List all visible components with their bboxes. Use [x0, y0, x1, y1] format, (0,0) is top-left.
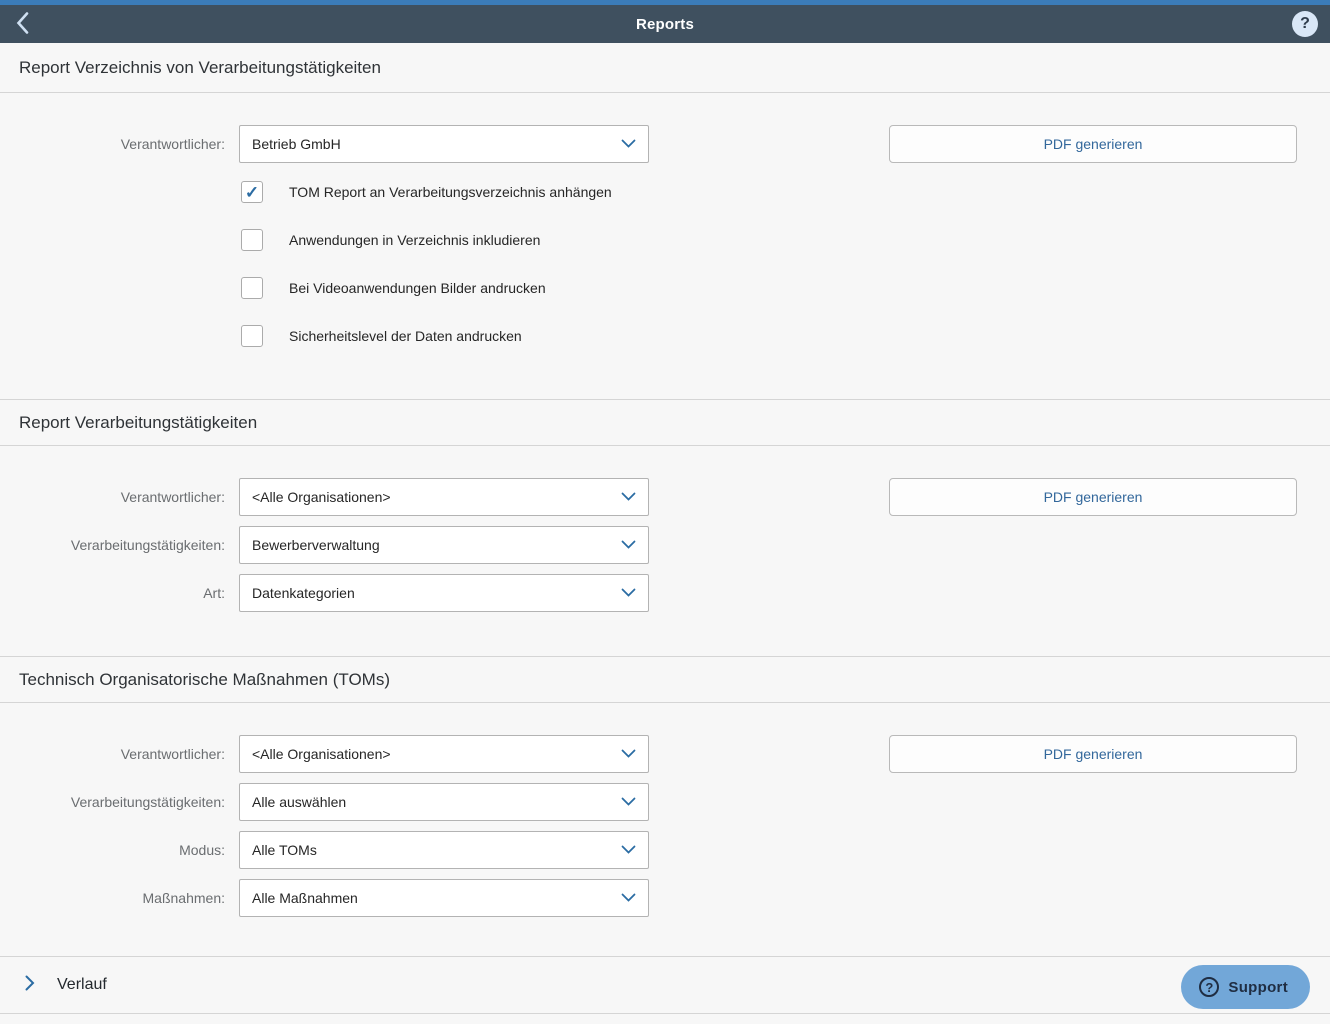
section-body-toms: Verantwortlicher: <Alle Organisationen> …	[0, 703, 1330, 956]
select-value: <Alle Organisationen>	[252, 489, 613, 505]
field-label-verantwortlicher: Verantwortlicher:	[0, 489, 225, 505]
form-row: Modus: Alle TOMs	[0, 831, 1330, 869]
chevron-down-icon	[613, 584, 636, 602]
massnahmen-select[interactable]: Alle Maßnahmen	[239, 879, 649, 917]
field-label-massnahmen: Maßnahmen:	[0, 890, 225, 906]
field-label-verantwortlicher: Verantwortlicher:	[0, 136, 225, 152]
select-value: Betrieb GmbH	[252, 136, 613, 152]
help-icon[interactable]: ?	[1292, 11, 1318, 37]
checkbox-group: TOM Report an Verarbeitungsverzeichnis a…	[241, 181, 1330, 347]
videoanwendungen-checkbox[interactable]	[241, 277, 263, 299]
art-select[interactable]: Datenkategorien	[239, 574, 649, 612]
sicherheitslevel-checkbox[interactable]	[241, 325, 263, 347]
chevron-down-icon	[613, 536, 636, 554]
pdf-generieren-button-verzeichnis[interactable]: PDF generieren	[889, 125, 1297, 163]
pdf-generieren-button-toms[interactable]: PDF generieren	[889, 735, 1297, 773]
chevron-down-icon	[613, 793, 636, 811]
field-label-art: Art:	[0, 585, 225, 601]
section-title: Report Verarbeitungstätigkeiten	[19, 413, 257, 433]
form-row: Verarbeitungstätigkeiten: Bewerberverwal…	[0, 526, 1330, 564]
verantwortlicher-select[interactable]: Betrieb GmbH	[239, 125, 649, 163]
verantwortlicher-select-2[interactable]: <Alle Organisationen>	[239, 478, 649, 516]
verlauf-label: Verlauf	[57, 976, 107, 994]
check-row-anwendungen: Anwendungen in Verzeichnis inkludieren	[241, 229, 1330, 251]
chevron-right-icon	[25, 975, 35, 996]
support-button[interactable]: ? Support	[1181, 965, 1310, 1009]
field-label-modus: Modus:	[0, 842, 225, 858]
chevron-down-icon	[613, 889, 636, 907]
verantwortlicher-select-3[interactable]: <Alle Organisationen>	[239, 735, 649, 773]
select-value: Alle auswählen	[252, 794, 613, 810]
check-row-sicherheitslevel: Sicherheitslevel der Daten andrucken	[241, 325, 1330, 347]
back-button[interactable]	[16, 5, 29, 43]
section-header-toms: Technisch Organisatorische Maßnahmen (TO…	[0, 656, 1330, 703]
tom-report-checkbox[interactable]	[241, 181, 263, 203]
field-label-verarbeitungstaetigkeiten: Verarbeitungstätigkeiten:	[0, 794, 225, 810]
question-mark-icon: ?	[1199, 977, 1219, 997]
toms-verarbeitungstaetigkeiten-select[interactable]: Alle auswählen	[239, 783, 649, 821]
section-body-verzeichnis: Verantwortlicher: Betrieb GmbH TOM Repor…	[0, 93, 1330, 399]
section-title: Technisch Organisatorische Maßnahmen (TO…	[19, 670, 390, 690]
shell-header: Reports ?	[0, 5, 1330, 43]
reports-page: Reports ? Report Verzeichnis von Verarbe…	[0, 0, 1330, 1024]
checkbox-label: TOM Report an Verarbeitungsverzeichnis a…	[289, 184, 612, 200]
form-row: Maßnahmen: Alle Maßnahmen	[0, 879, 1330, 917]
chevron-down-icon	[613, 488, 636, 506]
field-label-verarbeitungstaetigkeiten: Verarbeitungstätigkeiten:	[0, 537, 225, 553]
check-row-tom-report: TOM Report an Verarbeitungsverzeichnis a…	[241, 181, 1330, 203]
form-row: Verarbeitungstätigkeiten: Alle auswählen	[0, 783, 1330, 821]
chevron-down-icon	[613, 745, 636, 763]
form-row: Art: Datenkategorien	[0, 574, 1330, 612]
checkbox-label: Bei Videoanwendungen Bilder andrucken	[289, 280, 546, 296]
verlauf-expander[interactable]: Verlauf	[0, 956, 1330, 1014]
pdf-generieren-button-verarbeitung[interactable]: PDF generieren	[889, 478, 1297, 516]
field-label-verantwortlicher: Verantwortlicher:	[0, 746, 225, 762]
section-header-verzeichnis: Report Verzeichnis von Verarbeitungstäti…	[0, 43, 1330, 93]
select-value: <Alle Organisationen>	[252, 746, 613, 762]
section-title: Report Verzeichnis von Verarbeitungstäti…	[19, 58, 381, 78]
check-row-videoanwendungen: Bei Videoanwendungen Bilder andrucken	[241, 277, 1330, 299]
anwendungen-checkbox[interactable]	[241, 229, 263, 251]
chevron-down-icon	[613, 135, 636, 153]
select-value: Datenkategorien	[252, 585, 613, 601]
verarbeitungstaetigkeiten-select[interactable]: Bewerberverwaltung	[239, 526, 649, 564]
select-value: Bewerberverwaltung	[252, 537, 613, 553]
modus-select[interactable]: Alle TOMs	[239, 831, 649, 869]
checkbox-label: Sicherheitslevel der Daten andrucken	[289, 328, 522, 344]
select-value: Alle Maßnahmen	[252, 890, 613, 906]
chevron-down-icon	[613, 841, 636, 859]
chevron-left-icon	[16, 12, 29, 37]
section-body-verarbeitung: Verantwortlicher: <Alle Organisationen> …	[0, 446, 1330, 656]
checkbox-label: Anwendungen in Verzeichnis inkludieren	[289, 232, 540, 248]
section-header-verarbeitung: Report Verarbeitungstätigkeiten	[0, 399, 1330, 446]
select-value: Alle TOMs	[252, 842, 613, 858]
page-title: Reports	[0, 16, 1330, 33]
support-label: Support	[1228, 979, 1288, 996]
